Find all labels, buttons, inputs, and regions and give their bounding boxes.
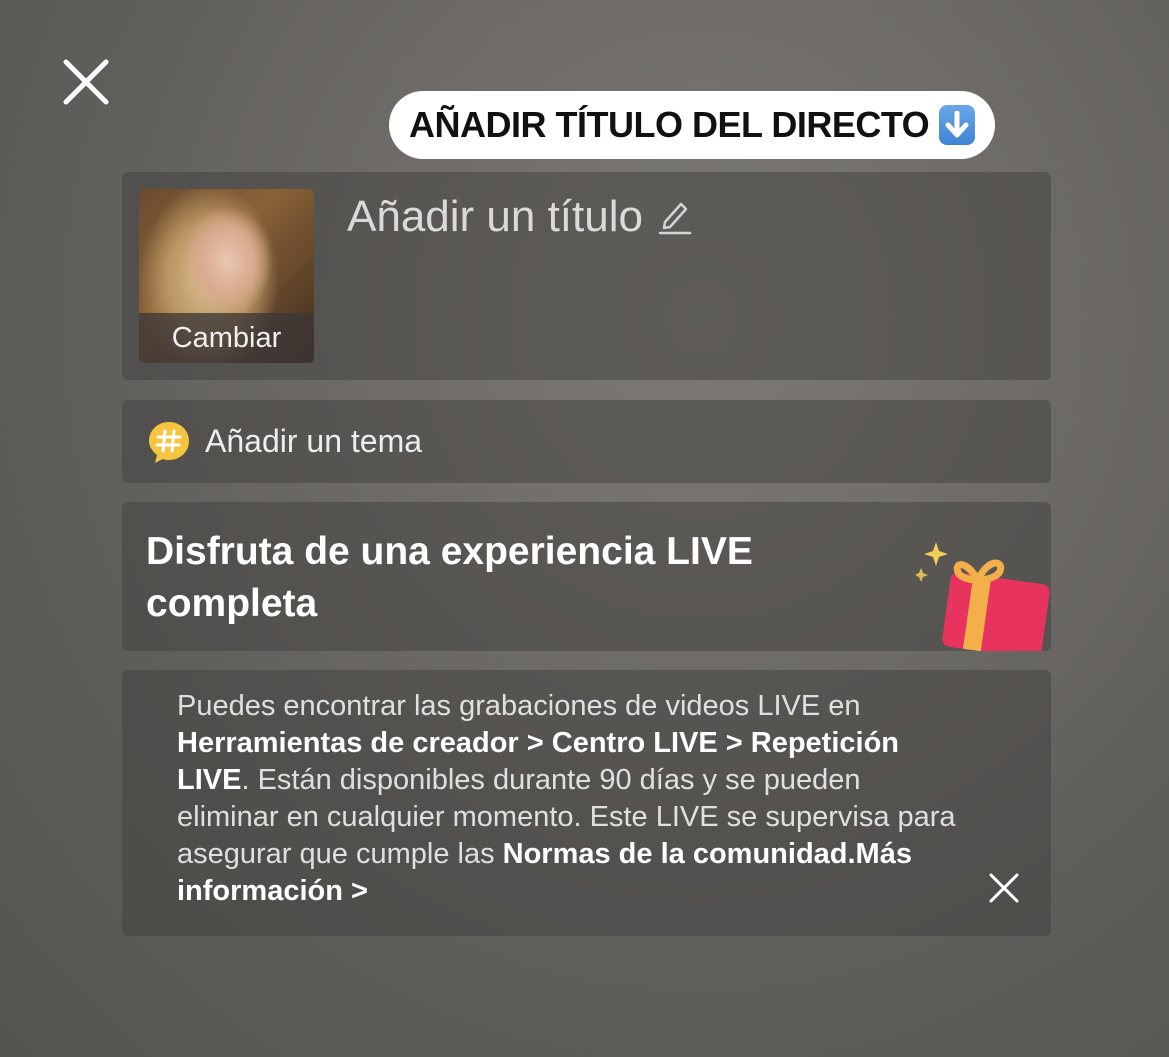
title-placeholder-text: Añadir un título: [347, 192, 643, 241]
add-topic-label: Añadir un tema: [205, 423, 423, 459]
down-arrow-icon: [939, 105, 975, 145]
change-cover-button[interactable]: Cambiar: [139, 313, 314, 363]
close-icon[interactable]: [988, 872, 1020, 904]
close-icon[interactable]: [60, 56, 112, 108]
live-experience-banner[interactable]: Disfruta de una experiencia LIVE complet…: [122, 502, 1051, 651]
info-text-part: Puedes encontrar las grabaciones de vide…: [177, 690, 861, 722]
title-input[interactable]: Añadir un título: [347, 192, 693, 242]
pencil-icon: [658, 202, 692, 235]
community-guidelines-link[interactable]: Normas de la comunidad: [503, 838, 848, 870]
banner-text: AÑADIR TÍTULO DEL DIRECTO: [409, 104, 930, 145]
add-live-title-banner: AÑADIR TÍTULO DEL DIRECTO: [389, 91, 995, 159]
promo-text: Disfruta de una experiencia LIVE complet…: [146, 530, 753, 625]
hashtag-icon: [149, 421, 189, 463]
title-card: Cambiar Añadir un título: [122, 172, 1051, 380]
live-replay-info-card: Puedes encontrar las grabaciones de vide…: [122, 670, 1051, 936]
sparkle-icon: [924, 542, 948, 566]
info-text: Puedes encontrar las grabaciones de vide…: [177, 688, 967, 910]
add-topic-row[interactable]: Añadir un tema: [122, 400, 1051, 483]
cover-image[interactable]: Cambiar: [139, 189, 314, 363]
gift-icon: [916, 542, 1050, 651]
